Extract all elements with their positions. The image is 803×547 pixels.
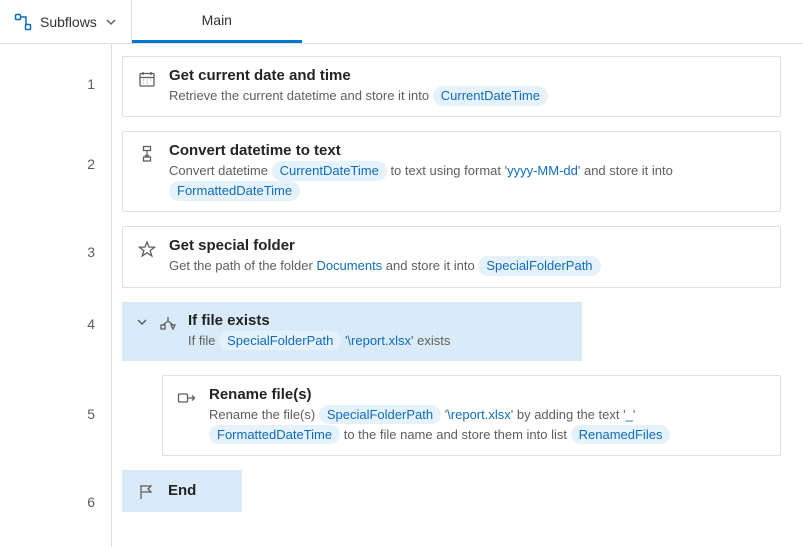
action-get-datetime[interactable]: Get current date and time Retrieve the c… [122,56,781,117]
tab-main-label: Main [202,12,232,28]
chevron-down-icon [105,16,117,28]
variable-chip: FormattedDateTime [209,425,340,445]
action-end[interactable]: End [122,470,242,512]
line-number: 2 [87,156,95,172]
line-number: 6 [87,494,95,510]
convert-icon [137,144,157,164]
action-description: Convert datetime CurrentDateTime to text… [169,161,766,201]
action-title: Convert datetime to text [169,142,766,159]
tab-main[interactable]: Main [132,0,302,43]
action-title: If file exists [188,312,568,329]
if-block: If file exists If file SpecialFolderPath… [122,302,781,512]
action-title: End [168,482,196,499]
branch-icon [158,314,178,334]
action-convert-datetime[interactable]: Convert datetime to text Convert datetim… [122,131,781,212]
action-description: Rename the file(s) SpecialFolderPath '\r… [209,405,766,445]
flag-icon [136,482,156,502]
variable-chip: CurrentDateTime [272,161,387,181]
action-description: Retrieve the current datetime and store … [169,86,766,106]
toolbar: Subflows Main [0,0,803,44]
calendar-icon [137,69,157,89]
line-number: 1 [87,76,95,92]
variable-chip: FormattedDateTime [169,181,300,201]
action-description: Get the path of the folder Documents and… [169,256,766,276]
action-title: Get current date and time [169,67,766,84]
action-title: Get special folder [169,237,766,254]
action-get-special-folder[interactable]: Get special folder Get the path of the f… [122,226,781,287]
variable-chip: CurrentDateTime [433,86,548,106]
action-title: Rename file(s) [209,386,766,403]
chevron-down-icon[interactable] [136,316,148,328]
workspace: 1 2 3 4 5 6 Get current date and time Re… [0,44,803,547]
action-if-file-exists[interactable]: If file exists If file SpecialFolderPath… [122,302,582,361]
action-rename-files[interactable]: Rename file(s) Rename the file(s) Specia… [162,375,781,456]
flow-area: Get current date and time Retrieve the c… [112,44,803,547]
variable-chip: SpecialFolderPath [219,331,341,351]
line-number: 4 [87,316,95,332]
line-gutter: 1 2 3 4 5 6 [0,44,112,547]
variable-chip: SpecialFolderPath [478,256,600,276]
subflows-dropdown[interactable]: Subflows [0,0,132,43]
line-number: 5 [87,406,95,422]
rename-icon [177,388,197,408]
variable-chip: RenamedFiles [571,425,671,445]
line-number: 3 [87,244,95,260]
action-description: If file SpecialFolderPath '\report.xlsx'… [188,331,568,351]
variable-chip: SpecialFolderPath [319,405,441,425]
star-icon [137,239,157,259]
subflows-label: Subflows [40,14,97,30]
subflow-icon [14,13,32,31]
